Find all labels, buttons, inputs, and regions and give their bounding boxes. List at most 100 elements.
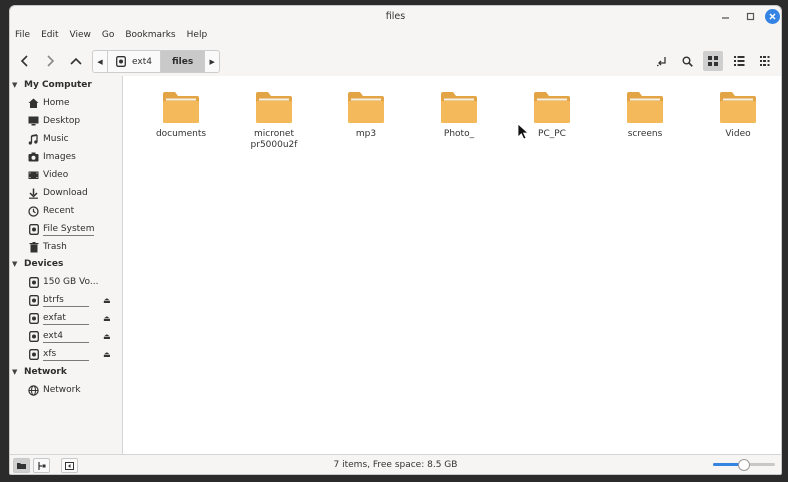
eject-icon[interactable]: ⏏ [103,332,111,341]
menu-edit[interactable]: Edit [41,30,58,44]
minimize-button[interactable] [718,8,733,23]
eject-icon[interactable]: ⏏ [103,296,111,305]
disk-icon [28,276,39,288]
disk-usage-bar [43,360,89,361]
folder-item[interactable]: Video [698,90,778,140]
breadcrumb-item-files[interactable]: files [159,51,205,72]
breadcrumb-right-button[interactable]: ▶ [204,51,219,72]
section-header-devices[interactable]: ▼ Devices [12,256,63,272]
sidebar-item-xfs[interactable]: xfs ⏏ [28,346,120,362]
section-title: My Computer [24,80,92,90]
search-icon [682,56,693,67]
zoom-slider[interactable] [713,459,775,471]
folder-item[interactable]: documents [141,90,221,140]
home-icon [28,98,39,109]
file-manager-window: files File Edit View Go Bookmarks Help ◀ [9,5,782,475]
list-view-button[interactable] [729,51,749,71]
sidebar-item-desktop[interactable]: Desktop [28,113,120,129]
breadcrumb: ◀ ext4 files ▶ [92,50,221,73]
icon-view-button[interactable] [703,51,723,71]
disk-icon [28,223,39,235]
compact-view-button[interactable] [755,51,775,71]
folder-name: mp3 [355,129,377,139]
sidebar-item-network[interactable]: Network [28,382,120,398]
globe-icon [28,384,39,396]
menu-file[interactable]: File [15,30,30,44]
sidebar-item-home[interactable]: Home [28,95,120,111]
chevron-down-icon: ▼ [12,260,18,268]
desktop-icon [28,116,39,127]
folder-name: documents [155,129,207,139]
disk-usage-bar [43,342,89,343]
menu-view[interactable]: View [70,30,91,44]
forward-button[interactable] [40,51,60,71]
trash-icon [28,241,39,253]
section-header-network[interactable]: ▼ Network [12,364,67,380]
maximize-button[interactable] [743,9,758,24]
status-text: 7 items, Free space: 8.5 GB [333,460,458,470]
disk-icon [28,312,39,324]
video-icon [28,170,39,181]
sidebar-item-video[interactable]: Video [28,167,120,183]
folder-item[interactable]: Photo_ [419,90,499,140]
breadcrumb-item-ext4[interactable]: ext4 [107,51,160,72]
sidebar-item-label: Download [43,188,88,198]
sidebar: ▼ My Computer Home Desktop Music Images … [10,76,123,454]
sidebar-item-label: btrfs [43,295,89,307]
back-arrow-icon [20,55,28,67]
disk-usage-bar [43,306,89,307]
compact-view-icon [759,56,769,66]
sidebar-item-label: Network [43,385,81,395]
title-bar[interactable]: files [10,6,781,28]
folder-name: screens [627,129,663,139]
breadcrumb-left-button[interactable]: ◀ [93,51,107,72]
breadcrumb-label: files [171,56,194,67]
zoom-slider-handle[interactable] [738,459,750,471]
menu-bar: File Edit View Go Bookmarks Help [10,30,213,44]
folder-icon [441,92,477,123]
search-button[interactable] [677,51,697,71]
list-view-icon [733,56,744,66]
toolbar: ◀ ext4 files ▶ [10,48,781,74]
sidebar-item-150gb-volume[interactable]: 150 GB Vo... [28,274,120,290]
menu-go[interactable]: Go [102,30,114,44]
window-title: files [385,11,406,22]
eject-icon[interactable]: ⏏ [103,314,111,323]
folder-name: Photo_ [443,129,475,139]
sidebar-item-file-system[interactable]: File System [28,221,120,237]
sidebar-item-label: Home [43,98,70,108]
sidebar-item-label: File System [43,224,95,236]
up-button[interactable] [66,51,86,71]
back-button[interactable] [15,51,35,71]
sidebar-item-download[interactable]: Download [28,185,120,201]
mouse-cursor-icon [517,123,529,140]
toggle-location-button[interactable] [651,51,671,71]
disk-icon [28,330,39,342]
folder-item[interactable]: screens [605,90,685,140]
eject-icon[interactable]: ⏏ [103,350,111,359]
sidebar-item-trash[interactable]: Trash [28,239,120,255]
chevron-down-icon: ▼ [12,81,18,89]
folder-icon [720,92,756,123]
sidebar-item-label: 150 GB Vo... [43,277,99,287]
file-view[interactable]: documents micronet pr5000u2f mp3 Photo_ … [123,76,781,454]
breadcrumb-label: ext4 [132,56,152,67]
menu-help[interactable]: Help [187,30,208,44]
sidebar-item-ext4[interactable]: ext4 ⏏ [28,328,120,344]
sidebar-item-music[interactable]: Music [28,131,120,147]
grid-view-icon [708,56,718,66]
close-button[interactable] [765,9,780,24]
folder-item[interactable]: micronet pr5000u2f [234,90,314,151]
camera-icon [28,152,39,163]
menu-bookmarks[interactable]: Bookmarks [125,30,175,44]
sidebar-item-recent[interactable]: Recent [28,203,120,219]
folder-icon [163,92,199,123]
folder-item[interactable]: mp3 [326,90,406,140]
disk-icon [116,56,126,67]
download-icon [28,188,39,199]
section-header-my-computer[interactable]: ▼ My Computer [12,77,92,93]
folder-name: micronet pr5000u2f [250,129,298,150]
sidebar-item-images[interactable]: Images [28,149,120,165]
sidebar-item-btrfs[interactable]: btrfs ⏏ [28,292,120,308]
sidebar-item-exfat[interactable]: exfat ⏏ [28,310,120,326]
